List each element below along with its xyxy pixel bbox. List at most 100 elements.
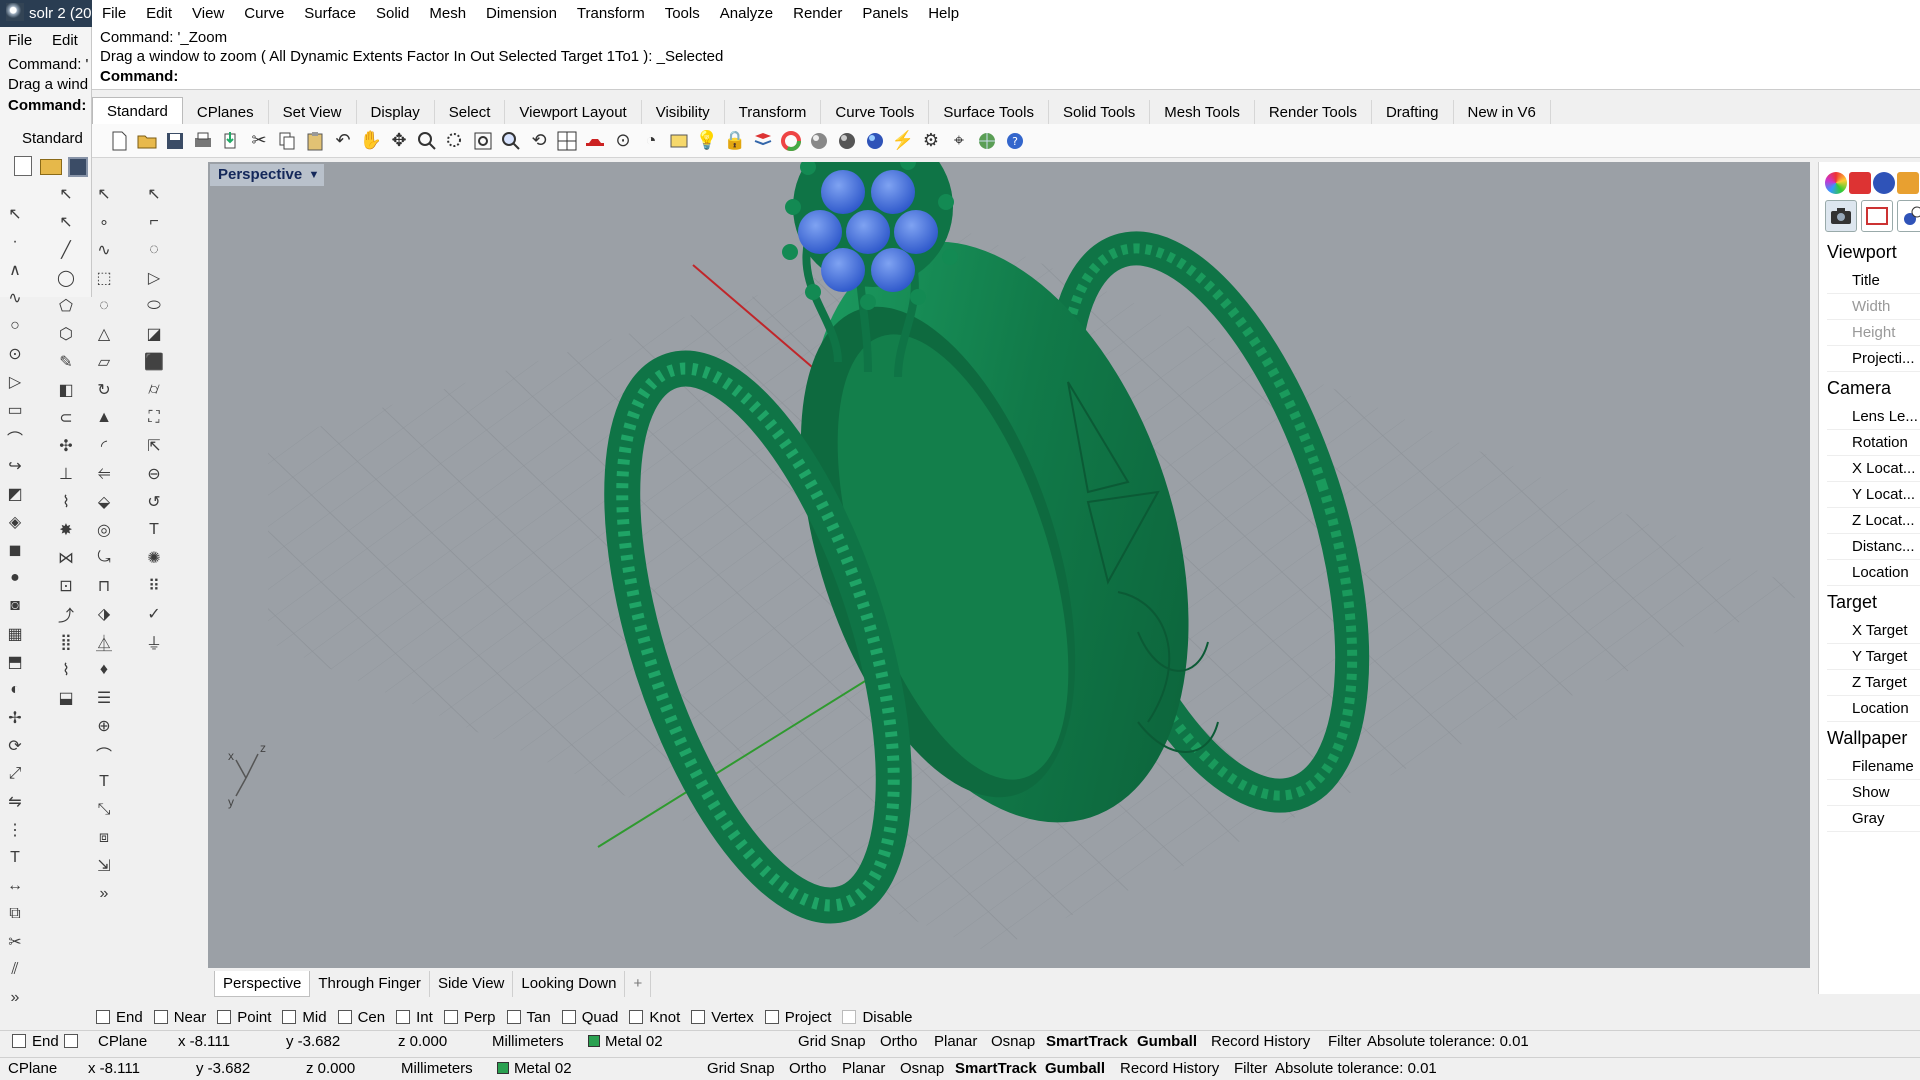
- tab-standard[interactable]: Standard: [92, 97, 183, 125]
- print-icon[interactable]: [190, 128, 216, 154]
- prop-projection[interactable]: Projecti...: [1827, 346, 1920, 372]
- select-icon[interactable]: ↖: [52, 180, 80, 208]
- dimension-side-icon[interactable]: ↔: [1, 872, 29, 900]
- polygon-icon[interactable]: ▷: [1, 368, 29, 396]
- open-file-icon[interactable]: [134, 128, 160, 154]
- menu-dimension[interactable]: Dimension: [476, 0, 567, 27]
- globe-icon[interactable]: [974, 128, 1000, 154]
- cylinder-icon[interactable]: ◙: [1, 592, 29, 620]
- solid-box-icon[interactable]: ◧: [52, 376, 80, 404]
- prop-camera-location[interactable]: Location: [1827, 560, 1920, 586]
- status-smarttrack[interactable]: SmartTrack: [1046, 1033, 1128, 1050]
- array-tool-icon[interactable]: ⠿: [140, 572, 168, 600]
- osnap-tan-checkbox[interactable]: [506, 1010, 521, 1024]
- tab-viewport-layout[interactable]: Viewport Layout: [505, 100, 642, 125]
- camera-properties-icon[interactable]: [1825, 200, 1857, 232]
- tab-new-in-v6[interactable]: New in V6: [1454, 100, 1551, 125]
- polygon-2-icon[interactable]: ⬠: [52, 292, 80, 320]
- status2-cplane[interactable]: CPlane: [8, 1060, 57, 1077]
- lock-icon[interactable]: 🔒: [722, 128, 748, 154]
- dimension-icon[interactable]: ⚡: [890, 128, 916, 154]
- menu-mesh[interactable]: Mesh: [419, 0, 476, 27]
- tab-surface-tools[interactable]: Surface Tools: [929, 100, 1049, 125]
- osnap-near-checkbox[interactable]: [153, 1010, 168, 1024]
- box-tool-icon[interactable]: ⬛: [140, 348, 168, 376]
- options-gear-icon[interactable]: ⚙: [918, 128, 944, 154]
- viewport-menu-caret-icon[interactable]: ▼: [304, 164, 324, 186]
- status2-smarttrack[interactable]: SmartTrack: [955, 1060, 1037, 1077]
- status2-units[interactable]: Millimeters: [401, 1060, 473, 1077]
- prop-lens-length[interactable]: Lens Le...: [1827, 404, 1920, 430]
- undo-view-icon[interactable]: ⟲: [526, 128, 552, 154]
- curve-tool-icon[interactable]: ⌒: [90, 740, 118, 768]
- circle-icon[interactable]: ○: [1, 312, 29, 340]
- menu-file[interactable]: File: [92, 0, 136, 27]
- osnap-point[interactable]: Point: [217, 1009, 271, 1026]
- cage-icon[interactable]: ⬙: [90, 488, 118, 516]
- rotate-view-icon[interactable]: ✥: [386, 128, 412, 154]
- boolean-icon[interactable]: ◐: [1, 676, 29, 704]
- polygon-tool-icon[interactable]: ▷: [140, 264, 168, 292]
- rebuild-icon[interactable]: ↺: [140, 488, 168, 516]
- tab-mesh-tools[interactable]: Mesh Tools: [1150, 100, 1255, 125]
- zoom-window-icon[interactable]: [442, 128, 468, 154]
- status2-record-history[interactable]: Record History: [1120, 1060, 1219, 1077]
- select-arrow-icon[interactable]: ↖: [1, 200, 29, 228]
- move-icon[interactable]: ✢: [1, 704, 29, 732]
- ellipse-icon[interactable]: ⊙: [1, 340, 29, 368]
- menu-edit[interactable]: Edit: [136, 0, 182, 27]
- osnap-vertex-checkbox[interactable]: [691, 1010, 706, 1024]
- osnap-tan[interactable]: Tan: [506, 1009, 551, 1026]
- align-icon[interactable]: ☰: [90, 684, 118, 712]
- ghost-end-checkbox[interactable]: End: [12, 1033, 59, 1050]
- display-properties-icon[interactable]: [1861, 200, 1893, 232]
- ghost-new-icon[interactable]: [14, 156, 32, 176]
- point-icon[interactable]: ·: [1, 228, 29, 256]
- osnap-knot[interactable]: Knot: [629, 1009, 680, 1026]
- ghost-near-checkbox[interactable]: [64, 1033, 84, 1050]
- shell-icon[interactable]: ⬓: [52, 684, 80, 712]
- join-icon[interactable]: ⋈: [52, 544, 80, 572]
- mesh-tool-icon[interactable]: ⛶: [140, 404, 168, 432]
- named-view-icon[interactable]: ◔: [638, 128, 664, 154]
- status2-layer[interactable]: Metal 02: [497, 1060, 572, 1077]
- materials-panel-icon[interactable]: [1873, 172, 1895, 194]
- osnap-quad-checkbox[interactable]: [561, 1010, 576, 1024]
- osnap-disable-checkbox[interactable]: [842, 1010, 857, 1024]
- ghost-open-icon[interactable]: [40, 159, 62, 175]
- prop-x-target[interactable]: X Target: [1827, 618, 1920, 644]
- osnap-perp[interactable]: Perp: [443, 1009, 496, 1026]
- tab-render-tools[interactable]: Render Tools: [1255, 100, 1372, 125]
- pipe-icon[interactable]: ⊂: [52, 404, 80, 432]
- scale-icon[interactable]: ⤢: [1, 760, 29, 788]
- car-icon[interactable]: [582, 128, 608, 154]
- osnap-near[interactable]: Near: [153, 1009, 206, 1026]
- menu-tools[interactable]: Tools: [655, 0, 710, 27]
- explode-icon[interactable]: ✸: [52, 516, 80, 544]
- box-icon[interactable]: ◼: [1, 536, 29, 564]
- status-layer[interactable]: Metal 02: [588, 1033, 663, 1050]
- mirror-icon[interactable]: ⇋: [1, 788, 29, 816]
- twist-icon[interactable]: ⤿: [90, 544, 118, 572]
- sweep-icon[interactable]: ⌇: [52, 488, 80, 516]
- shaded-sphere-icon[interactable]: [806, 128, 832, 154]
- rendered-sphere-icon[interactable]: [834, 128, 860, 154]
- osnap-project-checkbox[interactable]: [764, 1010, 779, 1024]
- curve-on-surface-icon[interactable]: ⌇: [52, 656, 80, 684]
- status2-grid-snap[interactable]: Grid Snap: [707, 1060, 775, 1077]
- pick-icon[interactable]: ↖: [90, 180, 118, 208]
- menu-help[interactable]: Help: [918, 0, 969, 27]
- explode-tool-icon[interactable]: ✺: [140, 544, 168, 572]
- command-prompt[interactable]: Command:: [100, 68, 178, 85]
- gold-icon[interactable]: ♦: [90, 656, 118, 684]
- tab-visibility[interactable]: Visibility: [642, 100, 725, 125]
- group-2-icon[interactable]: ⧈: [90, 824, 118, 852]
- edit-points-icon[interactable]: ✎: [52, 348, 80, 376]
- prop-x-location[interactable]: X Locat...: [1827, 456, 1920, 482]
- hexagon-icon[interactable]: ⬡: [52, 320, 80, 348]
- fillet-edge-icon[interactable]: ◜: [90, 432, 118, 460]
- osnap-cen-checkbox[interactable]: [337, 1010, 352, 1024]
- triangle-icon[interactable]: △: [90, 320, 118, 348]
- mesh-icon[interactable]: ▦: [1, 620, 29, 648]
- prop-target-location[interactable]: Location: [1827, 696, 1920, 722]
